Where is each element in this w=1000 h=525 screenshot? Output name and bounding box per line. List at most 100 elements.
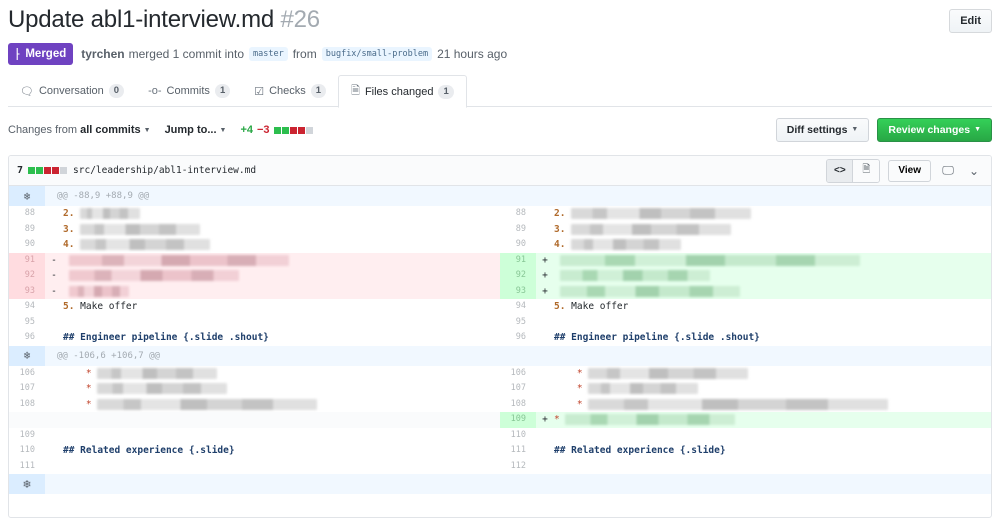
right-cell: 111 ## Related experience {.slide} (500, 443, 991, 459)
line-number[interactable]: 92 (500, 268, 536, 284)
diff-marker (45, 299, 63, 315)
unfold-icon[interactable]: ❄︎ (9, 186, 45, 206)
diff-settings-button[interactable]: Diff settings ▼ (775, 118, 870, 142)
code-line (554, 268, 991, 284)
diff-marker (536, 315, 554, 331)
line-number[interactable]: 89 (9, 222, 45, 238)
line-number[interactable]: 90 (9, 237, 45, 253)
line-number[interactable] (9, 412, 45, 428)
diff-marker (536, 459, 554, 475)
tab-files-changed[interactable]: 🗎︎ Files changed 1 (338, 75, 467, 108)
list-bullet: * (85, 383, 92, 394)
line-number[interactable]: 111 (9, 459, 45, 475)
line-number[interactable]: 88 (9, 206, 45, 222)
base-branch[interactable]: master (249, 47, 288, 61)
code-line (554, 283, 991, 299)
jump-to-dropdown[interactable]: Jump to... ▼ (165, 124, 227, 136)
unfold-icon[interactable]: ❄︎ (9, 345, 45, 366)
hunk-header: ❄︎ @@ -106,6 +106,7 @@ (9, 345, 991, 366)
line-number[interactable]: 95 (500, 315, 536, 331)
line-number[interactable]: 109 (500, 412, 536, 428)
code-line: ## Engineer pipeline {.slide .shout} (63, 330, 500, 346)
files-toolbar: Changes from all commits ▼ Jump to... ▼ … (8, 117, 992, 143)
review-changes-button[interactable]: Review changes ▼ (877, 118, 992, 142)
redacted-content (80, 223, 201, 235)
line-number[interactable]: 107 (500, 381, 536, 397)
tab-checks[interactable]: ☑ Checks 1 (242, 75, 338, 107)
line-number[interactable]: 112 (500, 459, 536, 475)
line-number[interactable]: 108 (500, 397, 536, 413)
line-number[interactable]: 108 (9, 397, 45, 413)
commit-icon: -o- (148, 85, 162, 97)
list-number: 3. (63, 223, 75, 235)
head-branch[interactable]: bugfix/small-problem (321, 47, 433, 61)
left-cell: 106 * (9, 366, 500, 382)
code-line: 3. (63, 222, 500, 238)
redacted-content (80, 208, 141, 219)
line-number[interactable]: 94 (9, 299, 45, 315)
line-number[interactable]: 106 (500, 366, 536, 382)
line-number[interactable]: 93 (9, 283, 45, 299)
pr-number: #26 (280, 6, 320, 33)
tab-conversation[interactable]: 🗨︎ Conversation 0 (8, 75, 136, 107)
line-number[interactable]: 96 (500, 330, 536, 346)
line-number[interactable]: 89 (500, 222, 536, 238)
line-number[interactable]: 91 (9, 252, 45, 268)
code-line: ## Related experience {.slide} (554, 443, 991, 459)
redacted-content (97, 367, 218, 379)
diffstat-square-del (289, 126, 297, 134)
rich-diff-icon[interactable]: 🗎︎ (853, 159, 880, 182)
line-number[interactable]: 110 (500, 428, 536, 444)
tab-commits[interactable]: -o- Commits 1 (136, 75, 242, 107)
redacted-content (68, 270, 239, 281)
right-cell: 109 + * (500, 412, 991, 428)
line-number[interactable]: 109 (9, 428, 45, 444)
edit-button[interactable]: Edit (949, 9, 992, 33)
line-number[interactable]: 94 (500, 299, 536, 315)
line-number[interactable]: 92 (9, 268, 45, 284)
desktop-icon[interactable]: 🖵︎ (939, 163, 957, 178)
right-cell: 96 ## Engineer pipeline {.slide .shout} (500, 330, 991, 346)
redacted-content (565, 414, 736, 425)
line-number[interactable]: 95 (9, 315, 45, 331)
changes-from-dropdown[interactable]: Changes from all commits ▼ (8, 124, 151, 136)
checklist-icon: ☑ (254, 85, 265, 98)
diff-marker (536, 381, 554, 397)
line-number[interactable]: 111 (500, 443, 536, 459)
tab-counter: 1 (438, 84, 454, 99)
diff-marker (45, 315, 63, 331)
right-cell: 94 5. Make offer (500, 299, 991, 315)
redacted-content (559, 254, 860, 266)
line-number[interactable]: 110 (9, 443, 45, 459)
source-diff-icon[interactable]: <> (827, 159, 854, 182)
code-line: * (63, 397, 500, 413)
redacted-content (559, 285, 740, 297)
code-line: * (63, 366, 500, 382)
file-diff-icon: 🗎︎ (351, 85, 360, 97)
file-path[interactable]: src/leadership/abl1-interview.md (73, 165, 256, 176)
markdown-heading: ## Engineer pipeline {.slide .shout} (63, 332, 269, 343)
line-number[interactable]: 106 (9, 366, 45, 382)
unfold-icon[interactable]: ❄︎ (9, 474, 45, 494)
line-number[interactable]: 88 (500, 206, 536, 222)
right-cell: 95 (500, 315, 991, 331)
view-file-button[interactable]: View (888, 159, 931, 182)
chevron-down-icon[interactable]: ⌄ (965, 164, 983, 178)
author-link[interactable]: tyrchen (81, 47, 124, 61)
tab-label: Commits (166, 85, 210, 97)
tab-label: Checks (269, 85, 306, 97)
line-number[interactable]: 90 (500, 237, 536, 253)
diffstat-bar (273, 126, 313, 134)
list-number: 4. (554, 239, 566, 250)
diff-row: 90 4. 90 4. (9, 237, 991, 253)
tab-label: Conversation (38, 85, 104, 97)
diff-marker (536, 428, 554, 444)
left-cell: 90 4. (9, 237, 500, 253)
caret-down-icon: ▼ (974, 126, 981, 133)
caret-down-icon: ▼ (851, 126, 859, 133)
line-number[interactable]: 91 (500, 252, 536, 268)
line-number[interactable]: 93 (500, 283, 536, 299)
line-number[interactable]: 107 (9, 381, 45, 397)
review-changes-label: Review changes (888, 124, 971, 136)
line-number[interactable]: 96 (9, 330, 45, 346)
